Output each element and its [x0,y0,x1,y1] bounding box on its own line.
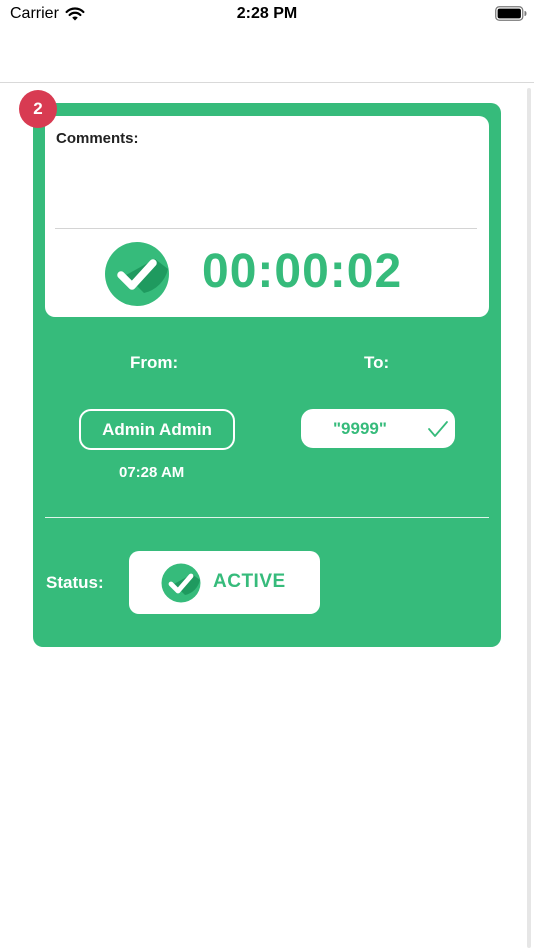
comments-box[interactable]: Comments: 00:00:02 [45,116,489,317]
battery-icon [495,6,527,21]
item-number-badge: 2 [19,90,57,128]
scroll-indicator[interactable] [527,88,531,948]
to-number: "9999" [333,419,387,438]
comments-divider [55,228,477,229]
from-label: From: [130,353,179,372]
check-circle-icon [105,242,169,306]
navigation-bar [0,30,534,83]
status-bar: Carrier 2:28 PM [0,0,534,30]
to-label: To: [364,353,390,372]
check-circle-icon [161,563,201,603]
card-divider [45,517,489,518]
status-time: 2:28 PM [236,5,298,22]
to-destination-button[interactable]: "9999" [301,409,455,448]
app-screen: Carrier 2:28 PM 2 Comments: 00:00:02 Fro… [0,0,534,950]
status-indicator[interactable]: ACTIVE [129,551,320,614]
call-timer: 00:00:02 [202,245,403,298]
from-time: 07:28 AM [119,464,185,481]
from-caller-button[interactable]: Admin Admin [79,409,235,450]
checkmark-icon [428,421,448,437]
comments-label: Comments: [56,130,139,147]
status-value: ACTIVE [213,571,286,592]
status-label: Status: [46,573,104,592]
call-card[interactable]: Comments: 00:00:02 From: To: Admin Admin… [33,103,501,647]
